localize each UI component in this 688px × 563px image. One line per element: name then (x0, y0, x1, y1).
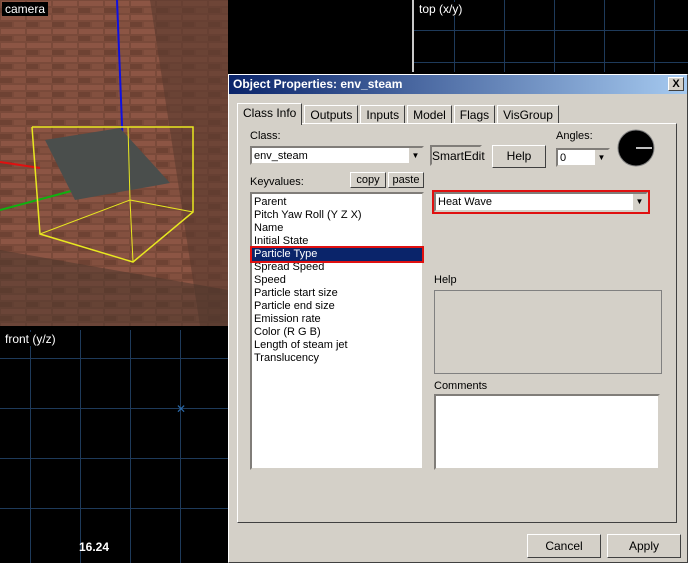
list-item[interactable]: Particle end size (252, 300, 422, 313)
copy-button[interactable]: copy (350, 172, 386, 188)
front-viewport[interactable]: ✕ front (y/z) 16.24 (0, 330, 228, 563)
help-section-label: Help (434, 274, 457, 286)
value-select-text: Heat Wave (438, 196, 493, 208)
camera-viewport[interactable]: camera (0, 0, 228, 326)
list-item[interactable]: Length of steam jet (252, 339, 422, 352)
list-item[interactable]: Parent (252, 196, 422, 209)
value-select[interactable]: Heat Wave ▼ (432, 190, 650, 214)
comments-textarea[interactable] (434, 394, 660, 470)
angles-combo[interactable]: 0 ▼ (556, 148, 610, 167)
tab-visgroup[interactable]: VisGroup (497, 105, 559, 124)
keyvalues-label: Keyvalues: (250, 176, 304, 188)
origin-marker-icon: ✕ (176, 402, 187, 416)
list-item-selected[interactable]: Particle Type (250, 246, 424, 263)
list-item[interactable]: Emission rate (252, 313, 422, 326)
list-item[interactable]: Color (R G B) (252, 326, 422, 339)
top-viewport[interactable]: top (x/y) (412, 0, 688, 72)
dialog-title: Object Properties: env_steam (233, 77, 403, 91)
top-label: top (x/y) (416, 2, 466, 16)
tab-class-info[interactable]: Class Info (237, 103, 303, 125)
apply-button[interactable]: Apply (607, 534, 681, 558)
close-button[interactable]: X (668, 77, 684, 91)
angles-value: 0 (560, 152, 567, 164)
tab-bar: Class Info Outputs Inputs Model Flags Vi… (237, 103, 561, 125)
list-item[interactable]: Speed (252, 274, 422, 287)
help-button[interactable]: Help (492, 145, 546, 168)
class-info-panel: Class: env_steam ▼ SmartEdit Help Angles… (237, 123, 677, 523)
camera-scene (0, 0, 228, 326)
chevron-down-icon[interactable]: ▼ (632, 194, 646, 210)
class-combo[interactable]: env_steam ▼ (250, 146, 424, 165)
list-item[interactable]: Particle start size (252, 287, 422, 300)
paste-button[interactable]: paste (388, 172, 424, 188)
angles-label: Angles: (556, 130, 593, 142)
cancel-button[interactable]: Cancel (527, 534, 601, 558)
list-item[interactable]: Spread Speed (252, 261, 422, 274)
tab-flags[interactable]: Flags (453, 105, 496, 124)
list-item[interactable]: Pitch Yaw Roll (Y Z X) (252, 209, 422, 222)
angle-dial-icon[interactable] (616, 128, 656, 168)
list-item[interactable]: Translucency (252, 352, 422, 365)
chevron-down-icon[interactable]: ▼ (594, 150, 608, 165)
help-box (434, 290, 662, 374)
tab-outputs[interactable]: Outputs (304, 105, 359, 124)
list-item[interactable]: Name (252, 222, 422, 235)
zoom-readout: 16.24 (79, 540, 110, 554)
chevron-down-icon[interactable]: ▼ (408, 148, 422, 163)
comments-label: Comments (434, 380, 488, 392)
dialog-titlebar[interactable]: Object Properties: env_steam X (229, 75, 687, 94)
class-label: Class: (250, 130, 281, 142)
tab-inputs[interactable]: Inputs (360, 105, 406, 124)
list-item[interactable]: Initial State (252, 235, 422, 248)
camera-label: camera (2, 2, 49, 16)
object-properties-dialog: Object Properties: env_steam X Class Inf… (228, 74, 688, 563)
smartedit-toggle[interactable]: SmartEdit (430, 145, 485, 166)
keyvalues-list[interactable]: Parent Pitch Yaw Roll (Y Z X) Name Initi… (250, 192, 424, 470)
front-label: front (y/z) (2, 332, 59, 346)
tab-model[interactable]: Model (407, 105, 452, 124)
class-value: env_steam (254, 150, 308, 162)
